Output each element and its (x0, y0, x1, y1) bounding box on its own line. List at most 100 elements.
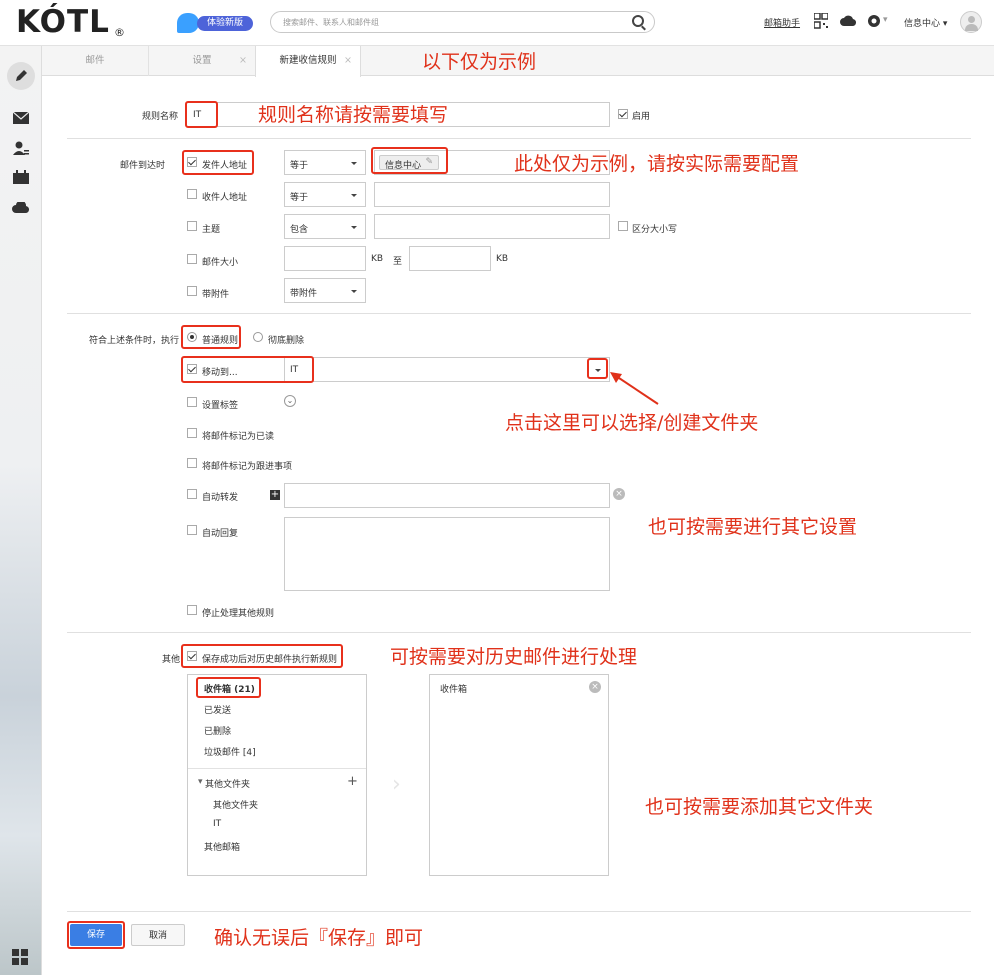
folder-item-other[interactable]: 其他文件夹 (213, 798, 258, 811)
chevron-down-icon (351, 226, 357, 229)
case-sensitive-checkbox[interactable] (618, 221, 628, 231)
divider (188, 768, 366, 769)
cancel-button[interactable]: 取消 (131, 924, 185, 946)
size-max-unit: KB (496, 254, 509, 264)
highlight-sender-value (371, 147, 448, 174)
stop-processing-checkbox[interactable] (187, 605, 197, 615)
enable-label: 启用 (632, 112, 651, 122)
size-min-unit: KB (371, 254, 384, 264)
apps-grid-icon[interactable] (12, 949, 28, 965)
condition-recipient-operator-select[interactable]: 等于 (284, 182, 366, 207)
avatar[interactable] (960, 11, 982, 33)
compose-button[interactable] (7, 62, 35, 90)
highlight-sender (182, 150, 254, 175)
folder-item-it[interactable]: IT (213, 819, 221, 829)
cloud-icon[interactable] (840, 15, 856, 27)
mode-delete-label: 彻底删除 (268, 336, 305, 346)
condition-attachment-checkbox[interactable] (187, 286, 197, 296)
condition-recipient-checkbox[interactable] (187, 189, 197, 199)
left-sidebar (0, 46, 42, 975)
source-folder-list: 收件箱 (21) 已发送 已删除 垃圾邮件 [4] ▾ 其他文件夹 + 其他文件… (187, 674, 367, 876)
contacts-icon[interactable] (13, 141, 29, 155)
execute-label: 符合上述条件时，执行 (89, 336, 180, 346)
auto-forward-checkbox[interactable] (187, 489, 197, 499)
tag-chevron-icon[interactable]: ⌄ (284, 395, 296, 407)
auto-reply-textarea[interactable] (284, 517, 610, 591)
tab-new-rule[interactable]: 新建收信规则 × (255, 46, 361, 77)
condition-size-checkbox[interactable] (187, 254, 197, 264)
experience-label: 体验新版 (197, 16, 253, 31)
annotation-other-settings-hint: 也可按需要进行其它设置 (648, 516, 858, 538)
close-icon[interactable]: × (239, 46, 247, 76)
folder-item-spam[interactable]: 垃圾邮件 [4] (204, 745, 256, 758)
auto-reply-checkbox[interactable] (187, 525, 197, 535)
selected-folder-inbox: 收件箱 (440, 685, 468, 695)
stop-processing-label: 停止处理其他规则 (202, 609, 275, 619)
other-mailboxes[interactable]: 其他邮箱 (204, 840, 240, 853)
search-input[interactable]: 搜索邮件、联系人和邮件组 (270, 11, 655, 33)
mode-delete-radio[interactable] (253, 332, 263, 342)
attachment-value: 带附件 (290, 289, 318, 299)
annotation-save-hint: 确认无误后『保存』即可 (214, 927, 424, 949)
mark-followup-checkbox[interactable] (187, 458, 197, 468)
case-sensitive-label: 区分大小写 (632, 225, 678, 235)
close-icon[interactable]: × (344, 46, 352, 76)
annotation-config-hint: 此处仅为示例，请按实际需要配置 (514, 153, 800, 175)
folder-item-deleted[interactable]: 已删除 (204, 724, 231, 737)
folder-item-sent[interactable]: 已发送 (204, 703, 231, 716)
gear-icon[interactable] (866, 13, 882, 29)
enable-checkbox[interactable] (618, 109, 628, 119)
divider (67, 313, 971, 314)
chevron-down-icon (351, 162, 357, 165)
size-min-input[interactable] (284, 246, 366, 271)
chevron-right-icon[interactable]: › (392, 772, 401, 797)
condition-subject-input[interactable] (374, 214, 610, 239)
expand-triangle-icon[interactable]: ▾ (198, 777, 203, 787)
remove-folder-icon[interactable]: × (589, 681, 601, 693)
highlight-save (67, 921, 125, 949)
brand-logo[interactable]: KÓTL (16, 4, 110, 40)
annotation-add-folder-hint: 也可按需要添加其它文件夹 (645, 796, 874, 818)
calendar-icon[interactable] (13, 170, 29, 184)
condition-subject-operator-select[interactable]: 包含 (284, 214, 366, 239)
auto-forward-label: 自动转发 (202, 493, 239, 503)
mail-icon[interactable] (13, 112, 29, 124)
operator-value: 包含 (290, 225, 309, 235)
rule-name-label: 规则名称 (142, 112, 179, 122)
target-folder-list: 收件箱 × (429, 674, 609, 876)
highlight-normal-rule (181, 325, 241, 349)
chevron-down-icon (351, 290, 357, 293)
qr-code-icon[interactable] (814, 13, 828, 29)
top-bar: KÓTL ® 体验新版 搜索邮件、联系人和邮件组 邮箱助手 ▾ 信息中心 ▾ (0, 0, 994, 46)
set-tag-checkbox[interactable] (187, 397, 197, 407)
pencil-icon (16, 70, 27, 81)
condition-sender-operator-select[interactable]: 等于 (284, 150, 366, 175)
highlight-inbox (196, 677, 261, 698)
condition-recipient-input[interactable] (374, 182, 610, 207)
condition-subject-checkbox[interactable] (187, 221, 197, 231)
mailbox-assistant-link[interactable]: 邮箱助手 (764, 16, 800, 29)
divider (67, 138, 971, 139)
highlight-move-to (181, 356, 314, 383)
search-icon[interactable] (632, 15, 644, 27)
auto-forward-input[interactable] (284, 483, 610, 508)
search-placeholder: 搜索邮件、联系人和邮件组 (283, 18, 379, 27)
annotation-rule-name-hint: 规则名称请按需要填写 (258, 104, 449, 126)
tab-mail[interactable]: 邮件 (42, 46, 149, 76)
size-max-input[interactable] (409, 246, 491, 271)
gear-dropdown-icon[interactable]: ▾ (883, 15, 888, 25)
info-center-menu[interactable]: 信息中心 ▾ (904, 16, 947, 29)
netdisk-cloud-icon[interactable] (12, 202, 30, 214)
condition-attachment-select[interactable]: 带附件 (284, 278, 366, 303)
tab-settings-label: 设置 (192, 55, 212, 66)
add-contact-plus-icon[interactable]: + (270, 490, 280, 500)
tab-settings[interactable]: 设置 × (149, 46, 256, 76)
move-to-folder-select[interactable]: IT (284, 357, 610, 382)
highlight-rule-name (185, 101, 218, 128)
experience-new-version-badge[interactable]: 体验新版 (177, 13, 253, 33)
mark-read-checkbox[interactable] (187, 428, 197, 438)
clear-icon[interactable]: × (613, 488, 625, 500)
add-folder-plus-icon[interactable]: + (347, 774, 358, 789)
folder-group-other[interactable]: 其他文件夹 (205, 777, 250, 790)
other-label: 其他 (162, 655, 181, 665)
